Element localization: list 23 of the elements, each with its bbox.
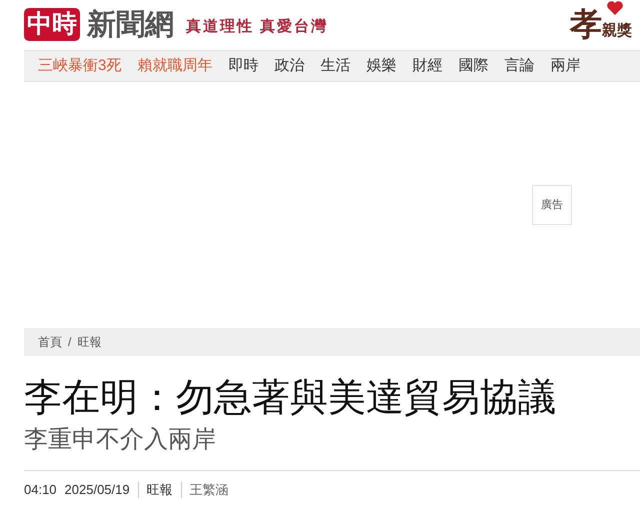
article-date: 2025/05/19 (64, 481, 130, 499)
breadcrumb-link[interactable]: 首頁 (38, 333, 62, 351)
article-source[interactable]: 旺報 (146, 480, 173, 500)
logo-text: 新聞網 (87, 10, 174, 38)
nav-link[interactable]: 生活 (320, 54, 350, 78)
nav-link[interactable]: 政治 (274, 54, 304, 78)
ad-label: 廣告 (532, 185, 572, 225)
nav-link[interactable]: 國際 (458, 54, 488, 78)
award-logo[interactable]: 孝親獎 (570, 8, 632, 40)
breadcrumb-separator: / (68, 334, 72, 351)
nav-link[interactable]: 娛樂 (366, 54, 396, 78)
slogan: 真道理性 真愛台灣 (186, 16, 328, 37)
breadcrumb-link[interactable]: 旺報 (77, 333, 102, 351)
nav-link[interactable]: 即時 (228, 54, 258, 78)
heart-icon (606, 0, 624, 16)
article-author[interactable]: 王繁涵 (190, 480, 229, 500)
article-subtitle: 李重申不介入兩岸 (24, 425, 217, 455)
logo-mark[interactable]: 中時 (24, 8, 80, 40)
nav-link[interactable]: 財經 (412, 54, 442, 78)
nav-link[interactable]: 言論 (504, 54, 534, 78)
nav-link[interactable]: 兩岸 (550, 54, 580, 78)
article-title: 李在明：勿急著與美達貿易協議 (24, 376, 557, 421)
article-time: 04:10 (24, 481, 57, 499)
